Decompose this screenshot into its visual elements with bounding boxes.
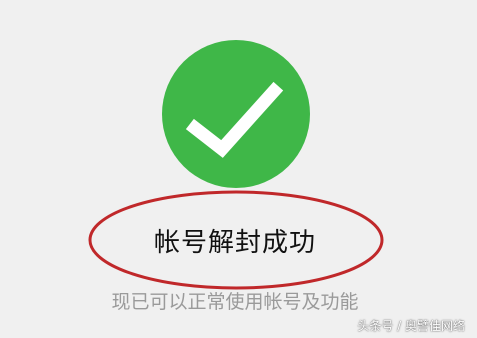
- verification-result-page: 帐号解封成功 现已可以正常使用帐号及功能 头条号 / 奥譬佳网络: [0, 0, 477, 338]
- status-message: 现已可以正常使用帐号及功能: [111, 291, 359, 313]
- success-badge: [162, 40, 310, 188]
- watermark-text: 头条号 / 奥譬佳网络: [357, 319, 465, 333]
- status-title: 帐号解封成功: [153, 228, 316, 258]
- checkmark-icon: [185, 81, 284, 158]
